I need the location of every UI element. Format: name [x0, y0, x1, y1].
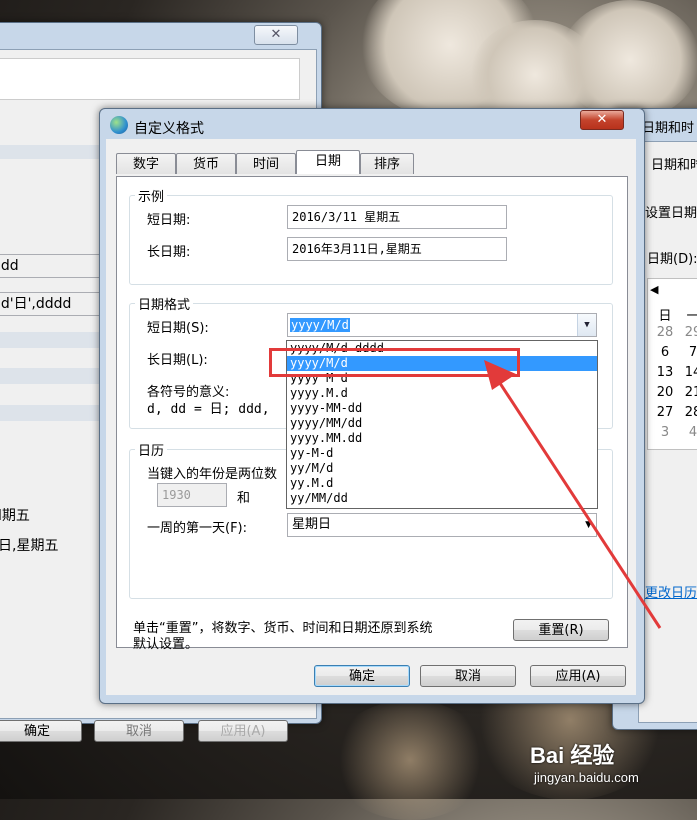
- calendar-day[interactable]: 4: [680, 425, 697, 440]
- short-date-example-field: 2016/3/11 星期五: [287, 205, 507, 229]
- globe-icon: [110, 116, 128, 134]
- short-date-label: 短日期(S):: [147, 321, 209, 336]
- chevron-down-icon[interactable]: ▼: [577, 314, 596, 336]
- cancel-button[interactable]: 取消: [420, 665, 516, 687]
- calendar-day[interactable]: 日: [652, 305, 678, 324]
- tab-sort[interactable]: 排序: [360, 153, 414, 174]
- tab-strip: 数字 货币 时间 日期 排序: [116, 150, 626, 177]
- list-header: [0, 58, 300, 100]
- short-date-combobox[interactable]: yyyy/M/d ▼: [287, 313, 597, 337]
- close-icon: ✕: [270, 27, 282, 42]
- pointer-arrow: [484, 360, 662, 629]
- two-digit-year-start-field: 1930: [157, 483, 227, 507]
- date-label: 日期(D):: [647, 252, 697, 267]
- calendar-day[interactable]: 6: [652, 345, 678, 360]
- dialog-title: 自定义格式: [134, 121, 204, 137]
- short-date-example-label: 短日期:: [147, 213, 191, 228]
- example-text: 日,星期五: [0, 538, 59, 554]
- window-title: 日期和时: [642, 121, 695, 136]
- close-icon: ✕: [596, 112, 608, 127]
- tab-number[interactable]: 数字: [116, 153, 176, 174]
- calendar-day[interactable]: 28: [680, 405, 697, 420]
- calendar-day[interactable]: 14: [680, 365, 697, 380]
- tab-date-time[interactable]: 日期和时: [651, 154, 697, 173]
- calendar-day[interactable]: 28: [652, 325, 678, 340]
- short-date-combobox-value: yyyy/M/d: [290, 318, 350, 332]
- calendar-day[interactable]: 一: [680, 305, 697, 324]
- two-digit-year-label: 当键入的年份是两位数: [147, 467, 278, 482]
- close-button[interactable]: ✕: [254, 25, 298, 45]
- reset-note-line2: 默认设置。: [133, 637, 199, 652]
- cancel-button[interactable]: 取消: [94, 720, 184, 742]
- date-format-group-title: 日期格式: [135, 294, 194, 313]
- tab-date[interactable]: 日期: [296, 150, 360, 174]
- ok-button[interactable]: 确定: [0, 720, 82, 742]
- watermark-logo: Bai 经验: [530, 743, 615, 768]
- apply-button[interactable]: 应用(A): [198, 720, 288, 742]
- long-date-example-field: 2016年3月11日,星期五: [287, 237, 507, 261]
- calendar-group-title: 日历: [135, 440, 168, 459]
- apply-button[interactable]: 应用(A): [530, 665, 626, 687]
- background-glow: [330, 700, 490, 820]
- ok-button[interactable]: 确定: [314, 665, 410, 687]
- first-day-label: 一周的第一天(F):: [147, 521, 248, 536]
- long-date-example-label: 长日期:: [147, 245, 191, 260]
- calendar-day[interactable]: 29: [680, 325, 697, 340]
- tab-time[interactable]: 时间: [236, 153, 296, 174]
- long-date-label: 长日期(L):: [147, 353, 208, 368]
- background-blossom: [560, 0, 697, 120]
- prev-month-icon[interactable]: ◀: [650, 283, 658, 296]
- calendar-day[interactable]: 21: [680, 385, 697, 400]
- first-day-combobox-value: 星期日: [292, 517, 332, 532]
- watermark-url: jingyan.baidu.com: [534, 770, 639, 785]
- calendar-day[interactable]: 7: [680, 345, 697, 360]
- example-text: l期五: [0, 508, 30, 524]
- symbols-text: d, dd = 日; ddd,: [147, 402, 270, 417]
- watermark: Bai 经验 jingyan.baidu.com: [530, 738, 690, 794]
- close-button[interactable]: ✕: [580, 110, 624, 130]
- set-date-text: 设置日期: [645, 206, 697, 221]
- tab-currency[interactable]: 货币: [176, 153, 236, 174]
- and-label: 和: [237, 491, 251, 506]
- example-group-title: 示例: [135, 186, 168, 205]
